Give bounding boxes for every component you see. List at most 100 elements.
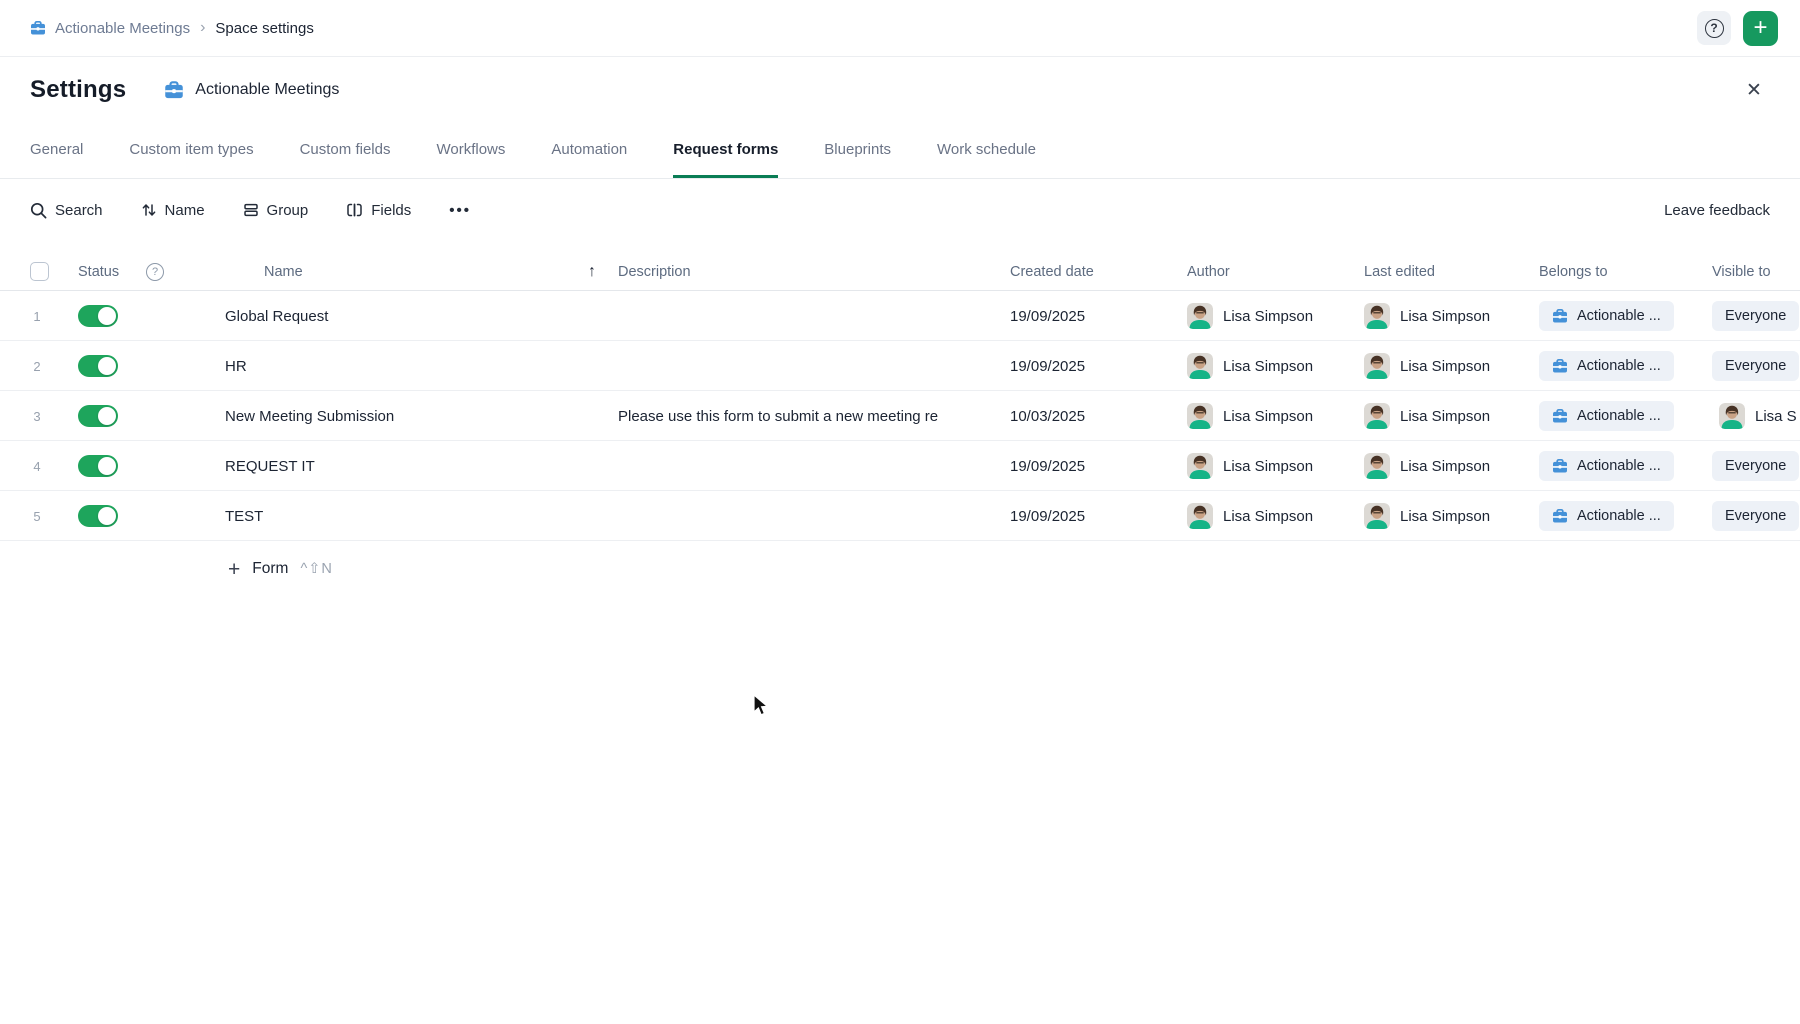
mouse-cursor xyxy=(752,694,771,723)
add-form-button[interactable]: + Form ^⇧N xyxy=(228,553,333,585)
breadcrumb-space-link[interactable]: Actionable Meetings xyxy=(30,20,190,37)
avatar xyxy=(1187,353,1213,379)
status-toggle[interactable] xyxy=(78,505,118,527)
created-date: 19/09/2025 xyxy=(1010,291,1140,341)
briefcase-icon xyxy=(1552,458,1568,474)
group-button[interactable]: Group xyxy=(243,202,309,219)
keyboard-shortcut: ^⇧N xyxy=(300,561,332,577)
author-name: Lisa Simpson xyxy=(1223,458,1313,475)
avatar xyxy=(1719,403,1745,429)
column-description[interactable]: Description xyxy=(618,252,691,291)
visible-to-label: Lisa S xyxy=(1755,408,1797,425)
form-description: Please use this form to submit a new mee… xyxy=(618,391,995,441)
breadcrumb-current: Space settings xyxy=(215,20,313,37)
form-name[interactable]: New Meeting Submission xyxy=(225,391,605,441)
sort-ascending-icon[interactable]: ↑ xyxy=(588,252,596,291)
column-author[interactable]: Author xyxy=(1187,252,1230,291)
status-toggle[interactable] xyxy=(78,305,118,327)
last-edited-name: Lisa Simpson xyxy=(1400,458,1490,475)
table-row[interactable]: 3 New Meeting Submission Please use this… xyxy=(0,391,1800,441)
form-name[interactable]: Global Request xyxy=(225,291,605,341)
help-button[interactable]: ? xyxy=(1697,11,1731,45)
column-status[interactable]: Status xyxy=(78,252,119,291)
create-new-button[interactable]: + xyxy=(1743,11,1778,46)
visible-to-chip[interactable]: Everyone xyxy=(1712,501,1799,531)
belongs-to-chip[interactable]: Actionable ... xyxy=(1539,451,1674,481)
table-row[interactable]: 1 Global Request 19/09/2025 Lisa Simpson… xyxy=(0,291,1800,341)
created-date: 19/09/2025 xyxy=(1010,491,1140,541)
belongs-to-chip[interactable]: Actionable ... xyxy=(1539,301,1674,331)
avatar xyxy=(1187,503,1213,529)
briefcase-icon xyxy=(1552,408,1568,424)
column-description-label: Description xyxy=(618,264,691,280)
last-edited-name: Lisa Simpson xyxy=(1400,358,1490,375)
close-button[interactable]: ✕ xyxy=(1738,74,1770,106)
status-help-button[interactable]: ? xyxy=(146,252,164,291)
column-name[interactable]: Name xyxy=(264,252,303,291)
column-name-label: Name xyxy=(264,264,303,280)
tab-workflows[interactable]: Workflows xyxy=(436,122,505,178)
form-name[interactable]: HR xyxy=(225,341,605,391)
column-belongs-to[interactable]: Belongs to xyxy=(1539,252,1608,291)
author-cell: Lisa Simpson xyxy=(1187,391,1313,441)
column-author-label: Author xyxy=(1187,264,1230,280)
fields-button[interactable]: Fields xyxy=(346,202,411,219)
search-button[interactable]: Search xyxy=(30,202,103,219)
column-belongs-to-label: Belongs to xyxy=(1539,264,1608,280)
breadcrumb-space-label[interactable]: Actionable Meetings xyxy=(55,20,190,37)
avatar xyxy=(1364,453,1390,479)
tab-automation[interactable]: Automation xyxy=(551,122,627,178)
table-row[interactable]: 2 HR 19/09/2025 Lisa Simpson Lisa Simpso… xyxy=(0,341,1800,391)
briefcase-icon xyxy=(30,20,46,36)
top-bar: Actionable Meetings › Space settings ? + xyxy=(0,0,1800,57)
tab-custom-item-types[interactable]: Custom item types xyxy=(129,122,253,178)
author-cell: Lisa Simpson xyxy=(1187,341,1313,391)
status-toggle[interactable] xyxy=(78,355,118,377)
belongs-to-chip[interactable]: Actionable ... xyxy=(1539,501,1674,531)
row-number: 4 xyxy=(28,441,46,491)
question-circle-icon: ? xyxy=(146,263,164,281)
avatar xyxy=(1364,303,1390,329)
leave-feedback-link[interactable]: Leave feedback xyxy=(1664,202,1770,219)
tab-work-schedule[interactable]: Work schedule xyxy=(937,122,1036,178)
author-name: Lisa Simpson xyxy=(1223,358,1313,375)
visible-to-label: Everyone xyxy=(1725,458,1786,474)
select-all-checkbox[interactable] xyxy=(30,262,49,281)
sort-label: Name xyxy=(165,202,205,219)
select-all-cell xyxy=(30,252,49,291)
tab-general[interactable]: General xyxy=(30,122,83,178)
last-edited-name: Lisa Simpson xyxy=(1400,408,1490,425)
author-cell: Lisa Simpson xyxy=(1187,441,1313,491)
column-visible-to[interactable]: Visible to xyxy=(1712,252,1771,291)
visible-to-chip[interactable]: Everyone xyxy=(1712,301,1799,331)
status-toggle[interactable] xyxy=(78,405,118,427)
tab-custom-fields[interactable]: Custom fields xyxy=(300,122,391,178)
group-icon xyxy=(243,202,259,218)
list-toolbar: Search Name Group Fields ••• Leave feedb… xyxy=(0,180,1800,240)
search-icon xyxy=(30,202,47,219)
belongs-to-chip[interactable]: Actionable ... xyxy=(1539,401,1674,431)
belongs-to-chip[interactable]: Actionable ... xyxy=(1539,351,1674,381)
avatar xyxy=(1364,403,1390,429)
visible-to-chip[interactable]: Everyone xyxy=(1712,351,1799,381)
visible-to-user[interactable]: Lisa S xyxy=(1719,391,1797,441)
row-number: 2 xyxy=(28,341,46,391)
form-name[interactable]: REQUEST IT xyxy=(225,441,605,491)
table-row[interactable]: 5 TEST 19/09/2025 Lisa Simpson Lisa Simp… xyxy=(0,491,1800,541)
sort-button[interactable]: Name xyxy=(141,202,205,219)
visible-to-label: Everyone xyxy=(1725,358,1786,374)
column-created-date[interactable]: Created date xyxy=(1010,252,1094,291)
tab-request-forms[interactable]: Request forms xyxy=(673,122,778,178)
column-last-edited[interactable]: Last edited xyxy=(1364,252,1435,291)
sort-arrows-icon xyxy=(141,202,157,218)
tab-blueprints[interactable]: Blueprints xyxy=(824,122,891,178)
more-options-button[interactable]: ••• xyxy=(449,202,471,219)
form-name[interactable]: TEST xyxy=(225,491,605,541)
created-date: 19/09/2025 xyxy=(1010,441,1140,491)
visible-to-chip[interactable]: Everyone xyxy=(1712,451,1799,481)
table-row[interactable]: 4 REQUEST IT 19/09/2025 Lisa Simpson Lis… xyxy=(0,441,1800,491)
status-toggle[interactable] xyxy=(78,455,118,477)
visible-to-label: Everyone xyxy=(1725,308,1786,324)
author-name: Lisa Simpson xyxy=(1223,308,1313,325)
breadcrumb: Actionable Meetings › Space settings xyxy=(30,19,314,37)
